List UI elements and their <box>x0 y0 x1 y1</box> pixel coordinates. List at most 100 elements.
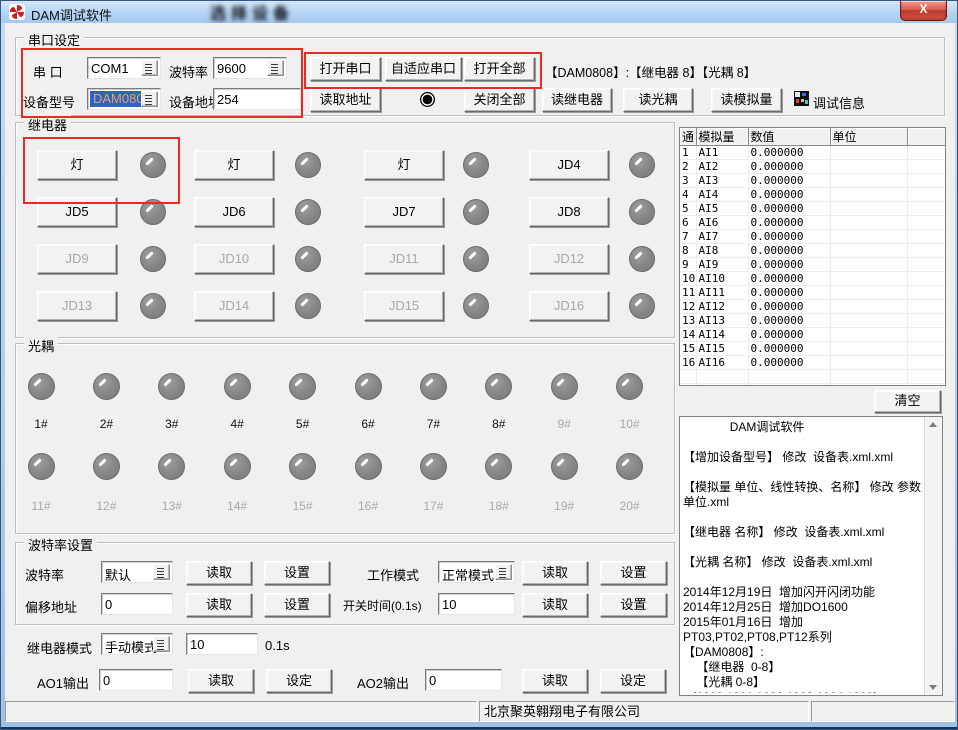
dropdown-icon[interactable] <box>153 636 170 652</box>
auto-serial-button[interactable]: 自适应串口 <box>385 57 462 81</box>
table-header-cell[interactable]: 数值 <box>748 128 830 146</box>
scroll-down-icon[interactable] <box>925 679 942 695</box>
table-row[interactable]: 15AI150.000000 <box>680 342 945 356</box>
relay-mode-combo[interactable]: 手动模式 <box>101 633 173 655</box>
ao1-set-button[interactable]: 设定 <box>266 669 332 693</box>
table-header-cell[interactable]: 模拟量 <box>696 128 748 146</box>
offset-input[interactable] <box>101 593 173 615</box>
ao2-input[interactable] <box>425 669 502 691</box>
relay-button-5[interactable]: JD5 <box>37 197 117 227</box>
relay-button-16[interactable]: JD16 <box>529 291 609 321</box>
table-row[interactable]: 7AI70.000000 <box>680 230 945 244</box>
table-cell <box>830 160 907 174</box>
close-button[interactable]: X <box>900 1 947 21</box>
open-all-button[interactable]: 打开全部 <box>464 57 535 81</box>
table-row[interactable]: 14AI140.000000 <box>680 328 945 342</box>
analog-table[interactable]: 通 模拟量 数值 单位 1AI10.0000002AI20.0000003AI3… <box>680 128 946 386</box>
table-row[interactable] <box>680 384 945 387</box>
table-header-cell[interactable]: 通 <box>680 128 696 146</box>
ao1-read-button[interactable]: 读取 <box>188 669 254 693</box>
table-row[interactable]: 11AI110.000000 <box>680 286 945 300</box>
table-cell: 9 <box>680 258 696 272</box>
read-opto-button[interactable]: 读光耦 <box>623 88 693 112</box>
open-serial-button[interactable]: 打开串口 <box>310 57 381 81</box>
table-row[interactable] <box>680 370 945 384</box>
relay-button-6[interactable]: JD6 <box>194 197 274 227</box>
relay-button-2[interactable]: 灯 <box>194 150 274 180</box>
info-panel: DAM调试软件 【增加设备型号】 修改 设备表.xml.xml 【模拟量 单位、… <box>679 416 943 696</box>
relay-time-input[interactable] <box>186 633 258 655</box>
close-icon: X <box>919 2 927 16</box>
port-label: 串 口 <box>33 62 63 81</box>
device-address-input[interactable] <box>213 88 301 110</box>
baud2-combo[interactable]: 默认 <box>101 561 173 583</box>
dropdown-icon[interactable] <box>141 60 158 76</box>
relay-button-3[interactable]: 灯 <box>364 150 444 180</box>
table-row[interactable]: 1AI10.000000 <box>680 146 945 160</box>
opto-label-16: 16# <box>346 499 390 513</box>
switch-time-input[interactable] <box>438 593 515 615</box>
table-row[interactable]: 8AI80.000000 <box>680 244 945 258</box>
ao1-input[interactable] <box>99 669 173 691</box>
opto-indicator-15 <box>289 453 316 480</box>
ao2-read-button[interactable]: 读取 <box>522 669 588 693</box>
dropdown-icon[interactable] <box>495 564 512 580</box>
read-analog-button[interactable]: 读模拟量 <box>711 88 782 112</box>
table-row[interactable]: 5AI50.000000 <box>680 202 945 216</box>
table-row[interactable]: 4AI40.000000 <box>680 188 945 202</box>
switch-time-set-button[interactable]: 设置 <box>600 593 667 617</box>
table-row[interactable]: 3AI30.000000 <box>680 174 945 188</box>
relay-button-9[interactable]: JD9 <box>37 244 117 274</box>
table-cell <box>907 342 945 356</box>
relay-button-8[interactable]: JD8 <box>529 197 609 227</box>
dropdown-icon[interactable] <box>153 564 170 580</box>
table-row[interactable]: 6AI60.000000 <box>680 216 945 230</box>
relay-button-13[interactable]: JD13 <box>37 291 117 321</box>
table-row[interactable]: 9AI90.000000 <box>680 258 945 272</box>
scroll-up-icon[interactable] <box>925 417 942 433</box>
port-combo[interactable]: COM1 <box>87 57 161 79</box>
relay-button-4[interactable]: JD4 <box>529 150 609 180</box>
table-cell <box>830 272 907 286</box>
table-cell <box>907 202 945 216</box>
relay-button-1[interactable]: 灯 <box>37 150 117 180</box>
relay-button-14[interactable]: JD14 <box>194 291 274 321</box>
work-mode-read-button[interactable]: 读取 <box>522 561 588 585</box>
offset-set-button[interactable]: 设置 <box>264 593 330 617</box>
offset-read-button[interactable]: 读取 <box>186 593 252 617</box>
table-header-cell[interactable] <box>907 128 945 146</box>
table-cell <box>830 216 907 230</box>
table-cell <box>680 370 696 384</box>
table-header-cell[interactable]: 单位 <box>830 128 907 146</box>
read-relay-button[interactable]: 读继电器 <box>542 88 612 112</box>
relay-button-12[interactable]: JD12 <box>529 244 609 274</box>
baud-read-button[interactable]: 读取 <box>186 561 252 585</box>
title-bar[interactable]: DAM调试软件 选择设备 X <box>1 1 957 23</box>
dropdown-icon[interactable] <box>141 91 158 107</box>
baud-set-button[interactable]: 设置 <box>264 561 330 585</box>
opto-label-18: 18# <box>477 499 521 513</box>
relay-button-10[interactable]: JD10 <box>194 244 274 274</box>
debug-info-label[interactable]: 调试信息 <box>813 93 865 112</box>
work-mode-set-button[interactable]: 设置 <box>600 561 667 585</box>
work-mode-combo[interactable]: 正常模式 <box>438 561 515 583</box>
ao2-set-button[interactable]: 设定 <box>600 669 666 693</box>
table-cell <box>907 286 945 300</box>
table-row[interactable]: 2AI20.000000 <box>680 160 945 174</box>
relay-button-7[interactable]: JD7 <box>364 197 444 227</box>
dropdown-icon[interactable] <box>267 60 284 76</box>
clear-button[interactable]: 清空 <box>874 390 941 413</box>
table-row[interactable]: 10AI100.000000 <box>680 272 945 286</box>
relay-button-15[interactable]: JD15 <box>364 291 444 321</box>
switch-time-read-button[interactable]: 读取 <box>522 593 588 617</box>
table-row[interactable]: 13AI130.000000 <box>680 314 945 328</box>
baud-combo[interactable]: 9600 <box>213 57 287 79</box>
model-combo[interactable]: DAM0808 <box>87 88 161 110</box>
relay-button-11[interactable]: JD11 <box>364 244 444 274</box>
info-scrollbar[interactable] <box>924 417 942 695</box>
table-row[interactable]: 12AI120.000000 <box>680 300 945 314</box>
table-cell <box>696 370 748 384</box>
table-row[interactable]: 16AI160.000000 <box>680 356 945 370</box>
read-address-button[interactable]: 读取地址 <box>310 88 381 112</box>
close-all-button[interactable]: 关闭全部 <box>464 88 535 112</box>
